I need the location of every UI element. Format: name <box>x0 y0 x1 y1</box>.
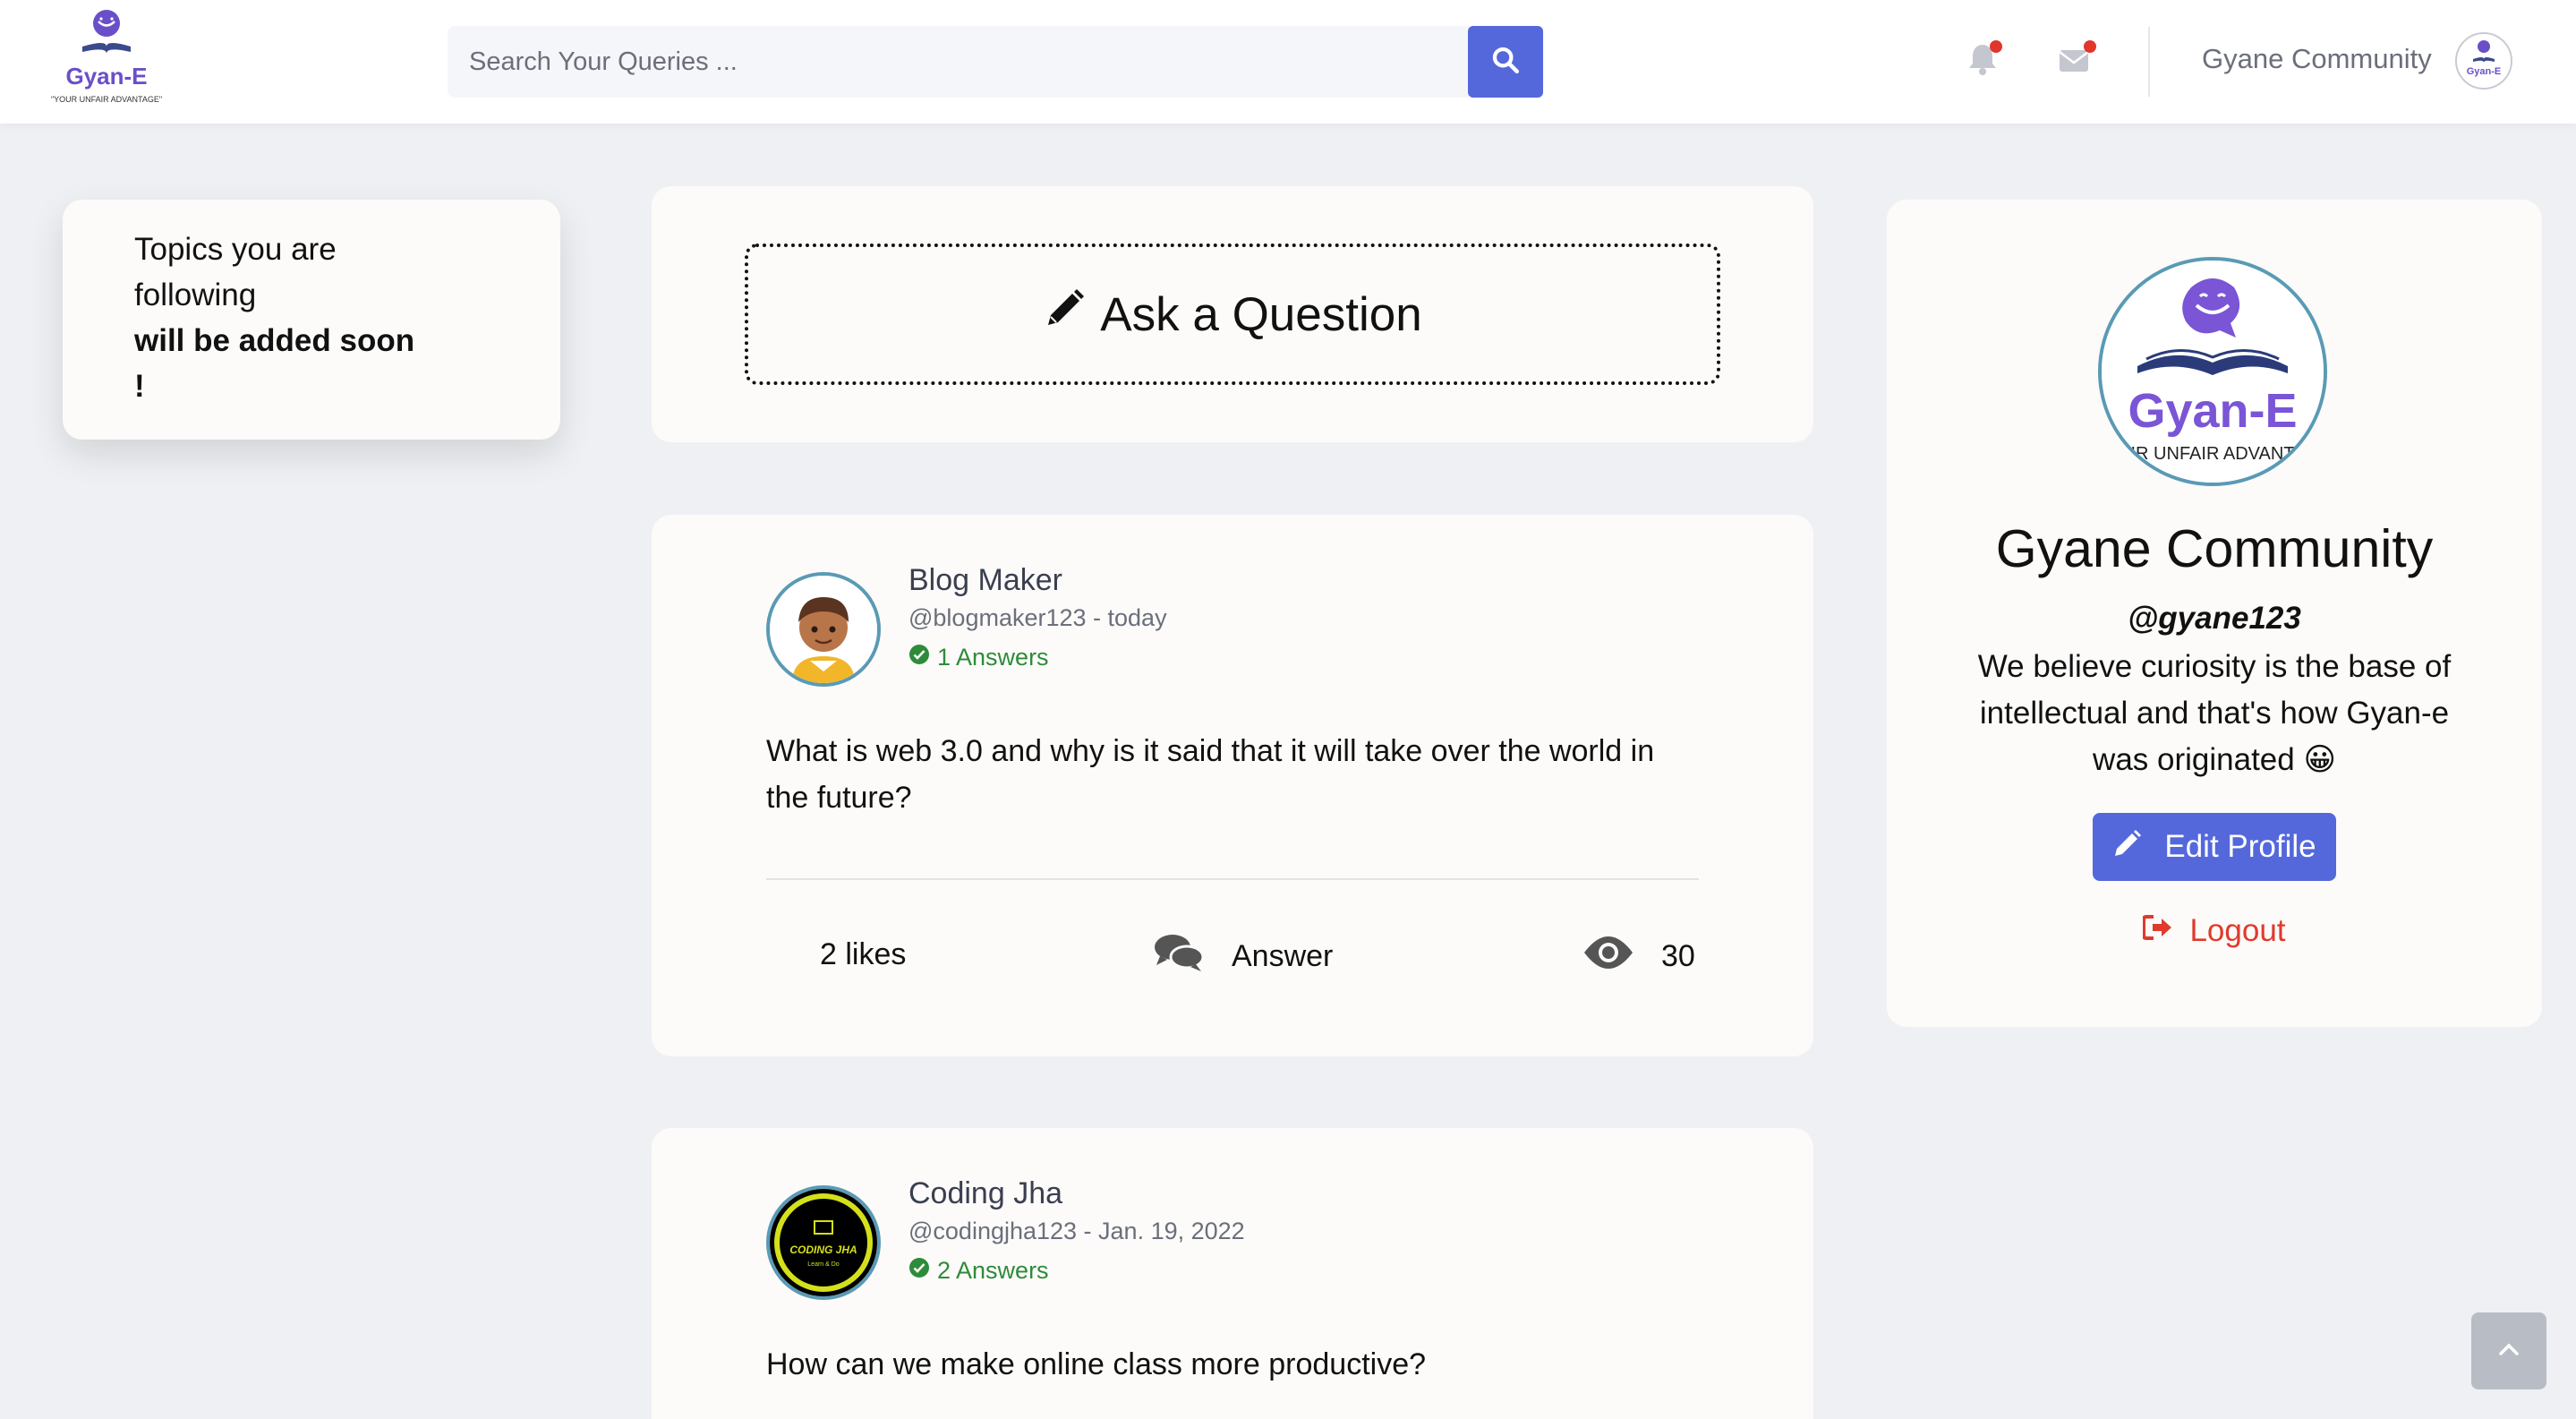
answers-count[interactable]: 1 Answers <box>908 644 1049 671</box>
topics-following-card: Topics you are following will be added s… <box>63 200 560 440</box>
answer-label: Answer <box>1232 938 1334 973</box>
views-count: 30 <box>1582 925 1695 987</box>
profile-bio: We believe curiosity is the base of inte… <box>1977 649 2452 777</box>
question-text[interactable]: How can we make online class more produc… <box>766 1341 1679 1388</box>
profile-handle: @gyane123 <box>2128 601 2301 636</box>
pencil-icon <box>2112 828 2164 867</box>
envelope-icon <box>2057 40 2096 82</box>
profile-card: Gyan-E IR UNFAIR ADVANT Gyane Community … <box>1887 200 2542 1027</box>
topics-line-3: will be added soon <box>134 323 415 358</box>
check-circle-icon <box>908 644 937 671</box>
profile-logo-text: Gyan-E <box>2128 384 2297 438</box>
site-logo[interactable]: Gyan-E "YOUR UNFAIR ADVANTAGE" <box>47 5 166 107</box>
post-meta: @blogmaker123 - today <box>908 604 1167 631</box>
question-card: CODING JHA Learn & Do Coding Jha @coding… <box>652 1128 1813 1419</box>
edit-profile-button[interactable]: Edit Profile <box>2093 813 2336 881</box>
search-button[interactable] <box>1468 26 1543 98</box>
post-divider <box>766 878 1699 880</box>
messages-button[interactable] <box>2057 39 2096 79</box>
search-icon <box>1490 45 1521 80</box>
ask-question-button[interactable]: Ask a Question <box>745 244 1720 385</box>
avatar-brand: CODING JHA <box>789 1244 857 1256</box>
answers-label: 1 Answers <box>937 644 1049 671</box>
author-avatar[interactable]: CODING JHA Learn & Do <box>766 1185 881 1300</box>
search-input[interactable] <box>448 26 1468 98</box>
answer-button[interactable]: Answer <box>1153 925 1333 987</box>
profile-logo-tagline: IR UNFAIR ADVANT <box>2131 444 2295 464</box>
header-username[interactable]: Gyane Community <box>2202 43 2432 75</box>
post-meta: @codingjha123 - Jan. 19, 2022 <box>908 1218 1245 1244</box>
header-divider <box>2148 27 2150 97</box>
answers-count[interactable]: 2 Answers <box>908 1257 1049 1285</box>
logout-button[interactable]: Logout <box>1887 909 2542 953</box>
post-actions: 2 likes Answer 30 <box>652 925 1813 987</box>
logo-tagline: "YOUR UNFAIR ADVANTAGE" <box>51 95 162 104</box>
search-bar <box>448 26 1543 98</box>
chevron-up-icon <box>2498 1342 2520 1361</box>
topics-line-1: Topics you are <box>134 232 337 267</box>
answers-label: 2 Answers <box>937 1257 1049 1284</box>
eye-icon <box>1582 935 1661 979</box>
comments-icon <box>1153 932 1232 981</box>
check-circle-icon <box>908 1257 937 1285</box>
topics-line-4: ! <box>134 369 145 404</box>
sign-out-icon <box>2142 913 2189 949</box>
author-avatar[interactable] <box>766 572 881 687</box>
scroll-to-top-button[interactable] <box>2471 1312 2546 1389</box>
notifications-button[interactable] <box>1965 39 2004 79</box>
views-value: 30 <box>1661 938 1695 973</box>
header-avatar[interactable]: Gyan-E <box>2455 32 2512 90</box>
topics-line-2: following <box>134 278 257 312</box>
pencil-icon <box>1043 287 1100 342</box>
avatar-brand-sub: Learn & Do <box>807 1261 840 1268</box>
post-author-name[interactable]: Blog Maker <box>908 563 1062 598</box>
svg-text:Gyan-E: Gyan-E <box>2467 66 2502 77</box>
profile-name: Gyane Community <box>1995 519 2434 578</box>
ask-question-card: Ask a Question <box>652 186 1813 442</box>
post-author-name[interactable]: Coding Jha <box>908 1176 1062 1211</box>
edit-profile-label: Edit Profile <box>2164 829 2316 864</box>
profile-avatar: Gyan-E IR UNFAIR ADVANT <box>2098 257 2327 486</box>
logout-label: Logout <box>2189 913 2286 948</box>
likes-count[interactable]: 2 likes <box>820 937 906 972</box>
bell-icon <box>1965 40 2004 82</box>
question-text[interactable]: What is web 3.0 and why is it said that … <box>766 728 1679 821</box>
top-navbar: Gyan-E "YOUR UNFAIR ADVANTAGE" Gyane Com… <box>0 0 2576 124</box>
logo-text: Gyan-E <box>65 63 147 90</box>
ask-question-label: Ask a Question <box>1100 287 1422 341</box>
question-card: Blog Maker @blogmaker123 - today 1 Answe… <box>652 515 1813 1056</box>
